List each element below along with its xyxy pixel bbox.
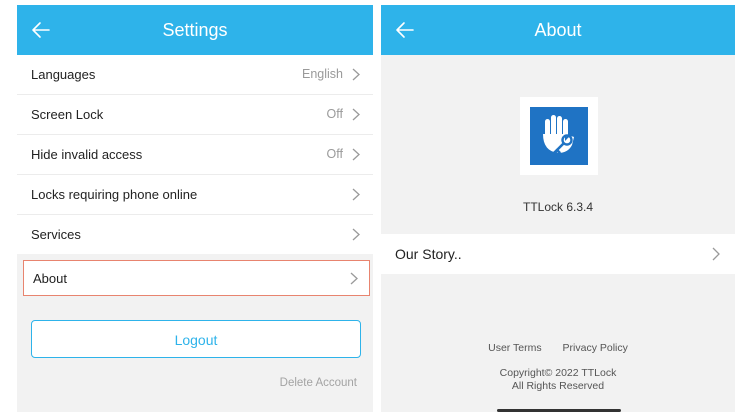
- chevron-right-icon: [350, 272, 358, 285]
- chevron-right-icon: [352, 108, 360, 121]
- chevron-right-icon: [352, 228, 360, 241]
- settings-screen: Settings Languages English Screen Lock O…: [17, 5, 373, 412]
- chevron-right-icon: [352, 188, 360, 201]
- settings-row-services[interactable]: Services: [17, 215, 373, 254]
- chevron-right-icon: [352, 68, 360, 81]
- app-logo: [520, 97, 598, 175]
- row-label: About: [33, 271, 67, 286]
- settings-row-hide-invalid-access[interactable]: Hide invalid access Off: [17, 135, 373, 175]
- page-title: Settings: [162, 20, 228, 40]
- page-title: About: [534, 20, 582, 40]
- hand-key-logo-icon: [530, 107, 588, 165]
- row-value: Off: [326, 107, 343, 121]
- settings-row-screen-lock[interactable]: Screen Lock Off: [17, 95, 373, 135]
- delete-account-link[interactable]: Delete Account: [280, 377, 357, 389]
- our-story-row[interactable]: Our Story..: [381, 234, 735, 274]
- logout-button[interactable]: Logout: [31, 320, 361, 358]
- privacy-policy-link[interactable]: Privacy Policy: [563, 342, 628, 354]
- user-terms-link[interactable]: User Terms: [488, 342, 541, 354]
- row-value: English: [302, 67, 343, 81]
- settings-row-languages[interactable]: Languages English: [17, 55, 373, 95]
- settings-list: Languages English Screen Lock Off Hide i…: [17, 55, 373, 254]
- app-version: TTLock 6.3.4: [522, 200, 594, 214]
- row-label: Services: [31, 227, 81, 242]
- row-label: Our Story..: [395, 246, 462, 262]
- settings-row-about[interactable]: About: [23, 260, 370, 296]
- copyright-text: Copyright© 2022 TTLock All Rights Reserv…: [381, 367, 735, 393]
- row-label: Languages: [31, 67, 96, 82]
- footer-links: User Terms Privacy Policy: [381, 342, 735, 354]
- rights-line: All Rights Reserved: [511, 380, 605, 392]
- row-label: Hide invalid access: [31, 147, 143, 162]
- chevron-right-icon: [352, 148, 360, 161]
- settings-header: Settings: [17, 5, 373, 55]
- copyright-line: Copyright© 2022 TTLock: [499, 367, 617, 379]
- settings-row-locks-phone-online[interactable]: Locks requiring phone online: [17, 175, 373, 215]
- row-label: Locks requiring phone online: [31, 187, 198, 202]
- about-header: About: [381, 5, 735, 55]
- chevron-right-icon: [712, 247, 720, 261]
- row-value: Off: [326, 147, 343, 161]
- canvas: Settings Languages English Screen Lock O…: [0, 0, 737, 412]
- about-screen: About TTLock 6.3.4 Our Story.. User Term…: [381, 5, 735, 412]
- row-label: Screen Lock: [31, 107, 104, 122]
